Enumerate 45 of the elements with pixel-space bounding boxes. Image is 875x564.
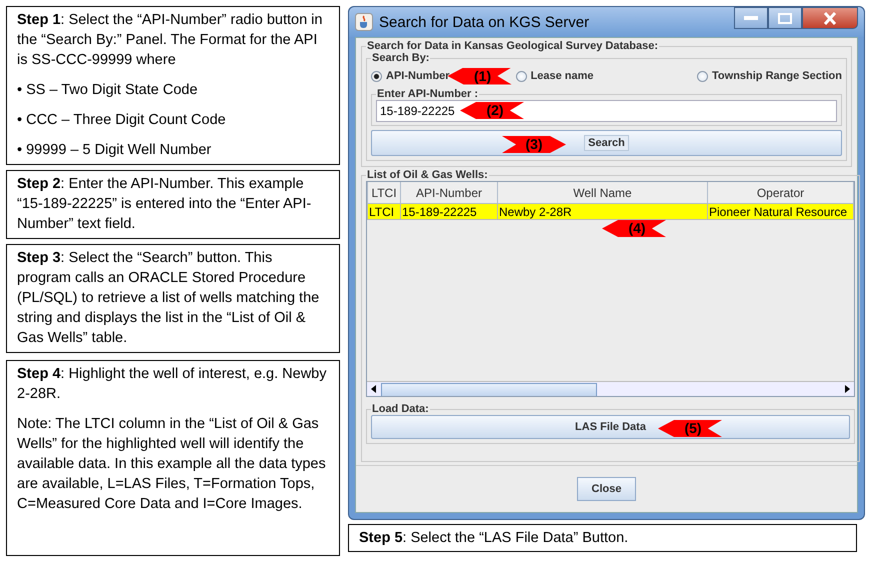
column-header[interactable]: Operator (708, 182, 854, 204)
radio-label: API-Number (386, 70, 450, 82)
close-icon (823, 12, 837, 24)
group-title: Search By: (371, 52, 430, 64)
column-header[interactable]: Well Name (498, 182, 708, 204)
window-title: Search for Data on KGS Server (379, 14, 590, 30)
search-bar-button[interactable]: (3) Search (371, 130, 842, 156)
step-text: • CCC – Three Digit Count Code (17, 111, 227, 130)
close-button[interactable] (802, 7, 858, 29)
step-text: Note: The LTCI column in the “List of Oil & Gas Wells” for the highlighted well will identify the available data. In this example all the data types are available, L=LAS Files, T=Formation Tops, C=Measured Core Data and I=Core Images. (17, 415, 327, 514)
group-title: List of Oil & Gas Wells: (366, 169, 489, 181)
group-title: Search for Data in Kansas Geological Survey Database: (366, 40, 660, 52)
minimize-button[interactable] (734, 7, 768, 29)
scroll-thumb[interactable] (381, 383, 597, 396)
minimize-icon (744, 16, 758, 20)
radio-button[interactable] (697, 70, 708, 82)
step-text: Step 4: Highlight the well of interest, e.g. Newby 2-28R. (17, 365, 328, 404)
radio-button[interactable] (371, 70, 382, 82)
maximize-icon (778, 12, 792, 24)
table-cell: 15-189-22225 (400, 204, 498, 220)
radio-option[interactable]: Lease name (516, 70, 594, 82)
radio-button[interactable] (516, 70, 527, 82)
radio-option[interactable]: API-Number (371, 70, 450, 82)
horizontal-scrollbar[interactable] (367, 381, 854, 396)
cup-icon (355, 13, 373, 31)
maximize-button[interactable] (768, 7, 802, 29)
scroll-right-icon[interactable] (843, 385, 851, 393)
group-title: Load Data: (371, 403, 430, 415)
column-header[interactable]: API-Number (400, 182, 498, 204)
step-text: Step 3: Select the “Search” button. This program calls an ORACLE Stored Procedure (PL/SQL) to retrieve a list of wells matching the string and displays the list in the “List of Oil & Gas Wells” table. (17, 249, 320, 348)
table-cell: LTCI (368, 204, 400, 220)
scroll-left-icon[interactable] (370, 385, 378, 393)
step-text: • 99999 – 5 Digit Well Number (17, 141, 212, 160)
step-text: Step 5: Select the “LAS File Data” Button. (348, 524, 857, 552)
radio-label: Lease name (530, 70, 594, 82)
search-button[interactable]: Search (584, 135, 629, 151)
table-cell: Pioneer Natural Resource (708, 204, 854, 220)
column-header[interactable]: LTCI (368, 182, 400, 204)
close-dialog-button[interactable]: Close (576, 477, 636, 501)
field-label: Enter API-Number : (376, 88, 480, 100)
step-text: Step 1: Select the “API-Number” radio button in the “Search By:” Panel. The Format for the API is SS-CCC-99999 where (17, 11, 324, 70)
step-text: • SS – Two Digit State Code (17, 81, 199, 100)
step-text: Step 2: Enter the API-Number. This example “15-189-22225” is entered into the “Enter API-Number” text field. (17, 175, 312, 234)
table-cell: Newby 2-28R (498, 204, 708, 220)
table-row[interactable]: LTCI 15-189-22225 Newby 2-28R Pioneer Natural Resource (368, 204, 854, 220)
